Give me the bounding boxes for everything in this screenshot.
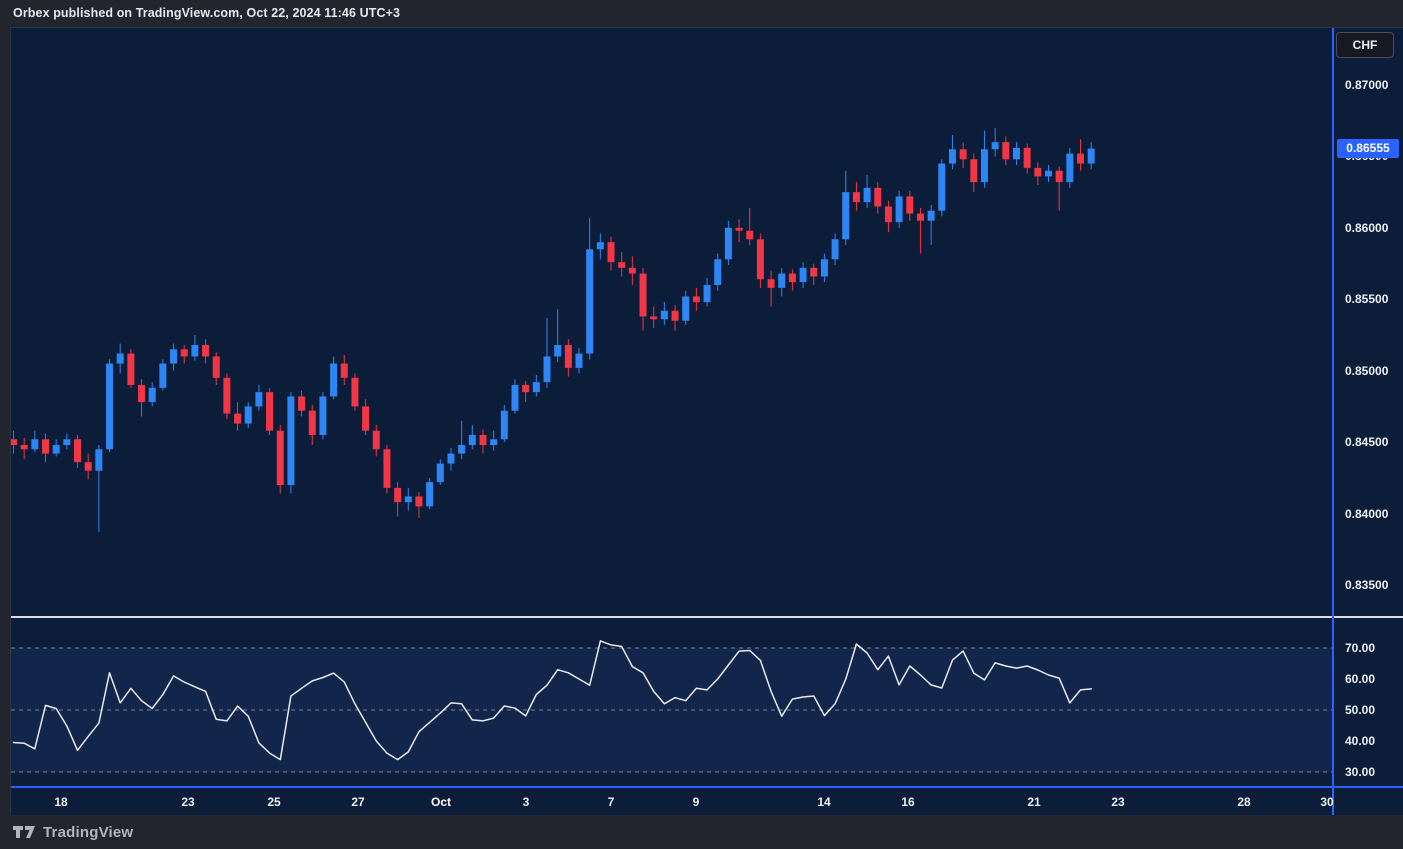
time-tick-label: 25 <box>267 790 280 814</box>
time-tick-label: 7 <box>608 790 615 814</box>
tradingview-logo-icon[interactable] <box>12 822 36 842</box>
time-tick-label: 27 <box>351 790 364 814</box>
price-tick-label: 0.84500 <box>1345 434 1388 450</box>
time-tick-label: 18 <box>54 790 67 814</box>
publish-text: Orbex published on TradingView.com, Oct … <box>13 6 400 20</box>
time-tick-label: 14 <box>817 790 830 814</box>
publish-banner: Orbex published on TradingView.com, Oct … <box>0 0 1403 27</box>
rsi-tick-label: 30.00 <box>1345 764 1375 780</box>
time-tick-label: 3 <box>523 790 530 814</box>
rsi-tick-label: 70.00 <box>1345 640 1375 656</box>
candlestick-rsi-chart[interactable] <box>11 28 1403 816</box>
time-tick-label: 16 <box>901 790 914 814</box>
time-axis-border <box>11 786 1403 788</box>
price-tick-label: 0.84000 <box>1345 506 1388 522</box>
footer-bar: TradingView <box>0 815 1403 849</box>
price-tick-label: 0.85500 <box>1345 291 1388 307</box>
time-tick-label: Oct <box>431 790 451 814</box>
time-tick-label: 9 <box>693 790 700 814</box>
time-tick-label: 23 <box>181 790 194 814</box>
price-tick-label: 0.87000 <box>1345 77 1388 93</box>
price-axis-border <box>1332 28 1334 816</box>
tradingview-wordmark[interactable]: TradingView <box>43 824 133 841</box>
time-tick-label: 28 <box>1237 790 1250 814</box>
price-tick-label: 0.86000 <box>1345 220 1388 236</box>
time-tick-label: 21 <box>1027 790 1040 814</box>
time-tick-label: 23 <box>1111 790 1124 814</box>
chart-panel[interactable]: 0.870000.865000.860000.855000.850000.845… <box>10 27 1403 815</box>
time-tick-label: 30 <box>1320 790 1333 814</box>
rsi-tick-label: 50.00 <box>1345 702 1375 718</box>
rsi-tick-label: 60.00 <box>1345 671 1375 687</box>
rsi-tick-label: 40.00 <box>1345 733 1375 749</box>
currency-toggle-button[interactable]: CHF <box>1336 32 1394 58</box>
price-tick-label: 0.85000 <box>1345 363 1388 379</box>
last-price-badge: 0.86555 <box>1337 139 1399 158</box>
price-tick-label: 0.83500 <box>1345 577 1388 593</box>
pane-separator[interactable] <box>11 616 1403 618</box>
